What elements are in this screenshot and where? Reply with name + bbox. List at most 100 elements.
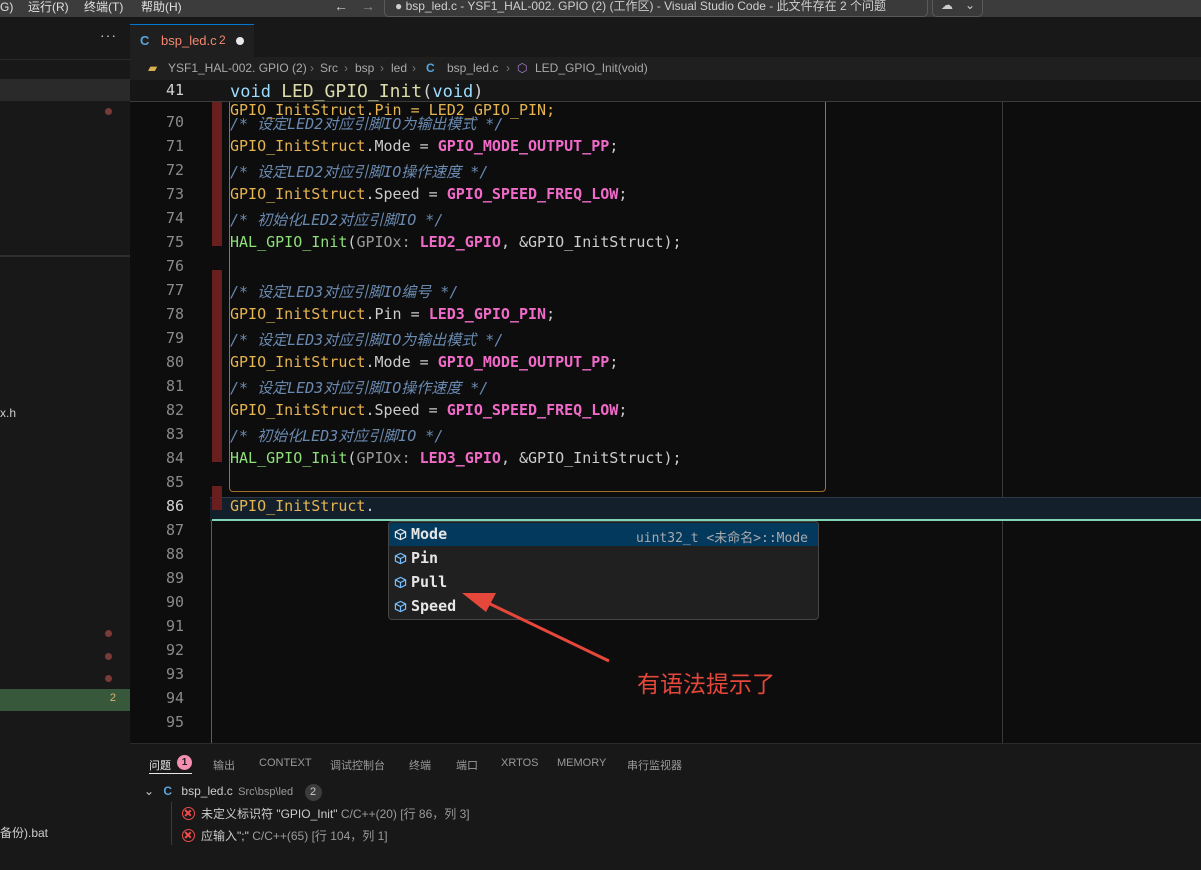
forward-arrow-icon[interactable]: → <box>361 0 375 13</box>
line-number: 91 <box>165 617 184 635</box>
tab-memory[interactable]: MEMORY <box>557 757 606 769</box>
tab-terminal[interactable]: 终端 <box>409 757 431 773</box>
code-editor[interactable]: GPIO_InitStruct.Pin = LED2_GPIO_PIN; 70/*… <box>130 80 1201 743</box>
chevron-right-icon: › <box>380 61 384 75</box>
chevron-down-icon: ⌄ <box>965 0 976 12</box>
line-number: 77 <box>165 281 184 299</box>
diff-gutter-marker <box>212 414 222 438</box>
modified-dot-icon <box>105 675 112 682</box>
breadcrumb-bsp[interactable]: bsp <box>355 61 374 75</box>
code-line: /* 设定LED3对应引脚IO为输出模式 */ <box>230 331 504 349</box>
line-number: 78 <box>165 305 184 323</box>
chevron-right-icon: › <box>344 61 348 75</box>
line-number: 41 <box>165 81 184 99</box>
unsaved-dot-icon[interactable] <box>236 37 244 45</box>
function-cube-icon: ⬡ <box>517 61 528 75</box>
indent-guide <box>211 521 212 743</box>
diff-gutter-marker <box>212 294 222 318</box>
problem-location: [行 86，列 3] <box>400 807 470 821</box>
modified-dot-icon <box>105 108 112 115</box>
problem-message: 应输入";" <box>201 829 249 843</box>
code-line: /* 初始化LED3对应引脚IO */ <box>230 427 444 445</box>
diff-gutter-marker <box>212 150 222 174</box>
chat-icon: ☁ <box>941 0 953 12</box>
code-line: GPIO_InitStruct.Mode = GPIO_MODE_OUTPUT_… <box>230 353 619 371</box>
problem-source: C/C++(65) <box>252 829 309 843</box>
field-cube-icon <box>394 552 407 565</box>
diff-gutter-marker <box>212 222 222 246</box>
line-number: 80 <box>165 353 184 371</box>
diff-gutter-marker <box>212 486 222 510</box>
suggest-item-pull[interactable]: Pull <box>389 571 818 594</box>
divider <box>0 59 130 60</box>
more-actions-icon[interactable]: ··· <box>100 27 117 43</box>
bottom-panel: 问题 1 输出 CONTEXT 调试控制台 终端 端口 XRTOS MEMORY… <box>130 743 1201 870</box>
problem-row[interactable]: 应输入";" C/C++(65) [行 104，列 1] <box>182 827 388 844</box>
modified-dot-icon <box>105 653 112 660</box>
problem-file-name: bsp_led.c <box>181 784 233 798</box>
breadcrumb-workspace[interactable]: YSF1_HAL-002. GPIO (2) <box>168 61 307 75</box>
code-line: GPIO_InitStruct.Speed = GPIO_SPEED_FREQ_… <box>230 401 628 419</box>
tab-output[interactable]: 输出 <box>213 757 235 773</box>
breadcrumb-file[interactable]: bsp_led.c <box>447 61 498 75</box>
line-number: 92 <box>165 641 184 659</box>
breadcrumb: ▰ YSF1_HAL-002. GPIO (2) › Src › bsp › l… <box>130 57 1201 80</box>
annotation-text: 有语法提示了 <box>637 672 775 698</box>
copilot-button[interactable]: ☁ ⌄ <box>932 0 983 17</box>
explorer-section-header[interactable] <box>0 79 130 101</box>
problem-row[interactable]: 未定义标识符 "GPIO_Init" C/C++(20) [行 86，列 3] <box>182 805 470 822</box>
line-number: 90 <box>165 593 184 611</box>
code-line: GPIO_InitStruct.Mode = GPIO_MODE_OUTPUT_… <box>230 137 619 155</box>
modified-dot-icon <box>105 630 112 637</box>
code-line: /* 设定LED3对应引脚IO编号 */ <box>230 283 459 301</box>
code-line: HAL_GPIO_Init(GPIOx: LED3_GPIO, &GPIO_In… <box>230 449 682 467</box>
back-arrow-icon[interactable]: ← <box>334 0 348 13</box>
suggest-item-pin[interactable]: Pin <box>389 547 818 570</box>
line-number: 82 <box>165 401 184 419</box>
command-center-title[interactable]: ● bsp_led.c - YSF1_HAL-002. GPIO (2) (工作… <box>384 0 928 17</box>
menu-item-run[interactable]: 运行(R) <box>28 0 69 17</box>
breadcrumb-function[interactable]: LED_GPIO_Init(void) <box>535 61 648 75</box>
breadcrumb-led[interactable]: led <box>391 61 407 75</box>
suggest-item-speed[interactable]: Speed <box>389 595 818 618</box>
error-icon <box>182 807 195 820</box>
menu-item-terminal[interactable]: 终端(T) <box>84 0 123 17</box>
file-item-bat[interactable]: 备份).bat <box>0 824 48 841</box>
code-line: /* 设定LED2对应引脚IO为输出模式 */ <box>230 115 504 133</box>
diff-gutter-marker <box>212 174 222 198</box>
diff-gutter-marker <box>212 270 222 294</box>
tab-debug-console[interactable]: 调试控制台 <box>330 757 385 773</box>
tab-label: bsp_led.c <box>161 33 217 48</box>
file-item-header[interactable]: x.h <box>0 406 16 420</box>
title-bar: G) 运行(R) 终端(T) 帮助(H) ← → ● bsp_led.c - Y… <box>0 0 1201 17</box>
tab-bsp-led-c[interactable]: C bsp_led.c 2 <box>130 24 254 57</box>
field-cube-icon <box>394 600 407 613</box>
suggest-label: Pull <box>411 573 448 591</box>
line-number: 70 <box>165 113 184 131</box>
active-tab-underline <box>149 773 192 774</box>
sticky-scroll-header[interactable]: 41 void LED_GPIO_Init(void) <box>130 80 1201 102</box>
breadcrumb-src[interactable]: Src <box>320 61 338 75</box>
menu-item-help[interactable]: 帮助(H) <box>141 0 182 17</box>
tab-ports[interactable]: 端口 <box>456 757 478 773</box>
diff-gutter-marker <box>212 102 222 126</box>
line-number: 74 <box>165 209 184 227</box>
line-number: 83 <box>165 425 184 443</box>
problems-count-badge: 1 <box>177 755 192 770</box>
problem-file-row[interactable]: ⌄ C bsp_led.c Src\bsp\led 2 <box>144 784 322 802</box>
file-item-active[interactable]: 2 <box>0 689 130 711</box>
suggest-widget[interactable]: Mode uint32_t <未命名>::Mode PinPullSpeed <box>388 521 819 620</box>
tab-context[interactable]: CONTEXT <box>259 757 312 769</box>
menu-item-g[interactable]: G) <box>0 0 13 17</box>
problem-message: 未定义标识符 "GPIO_Init" <box>201 807 338 821</box>
tab-xrtos[interactable]: XRTOS <box>501 757 539 769</box>
line-number: 88 <box>165 545 184 563</box>
code-line: /* 设定LED3对应引脚IO操作速度 */ <box>230 379 489 397</box>
diff-gutter-marker <box>212 342 222 366</box>
tab-serial-monitor[interactable]: 串行监视器 <box>627 757 682 773</box>
suggest-item-mode[interactable]: Mode uint32_t <未命名>::Mode <box>389 523 818 546</box>
problem-count-badge: 2 <box>109 692 116 704</box>
diff-gutter-marker <box>212 318 222 342</box>
tab-problems[interactable]: 问题 <box>149 757 171 773</box>
suggest-detail: uint32_t <未命名>::Mode <box>635 531 808 546</box>
